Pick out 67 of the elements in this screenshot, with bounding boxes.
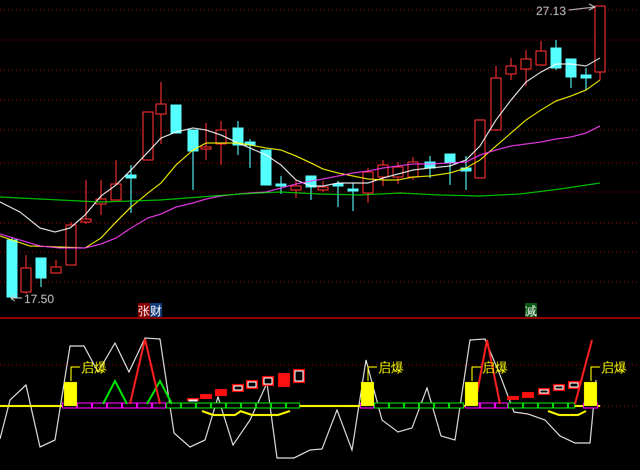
step-block — [568, 381, 580, 389]
signal-bar — [361, 382, 374, 406]
candlestick — [290, 180, 302, 198]
step-block — [507, 396, 519, 400]
leader-line — [590, 366, 600, 382]
candlestick — [110, 160, 122, 200]
leader-arrow — [10, 294, 22, 302]
candlestick — [460, 156, 472, 190]
candlestick — [408, 156, 418, 180]
candlestick — [126, 164, 136, 214]
signal-tag: 张 — [138, 303, 150, 318]
candlestick — [566, 58, 576, 88]
candlestick — [36, 258, 46, 288]
step-block — [278, 373, 290, 387]
candlestick — [536, 40, 546, 66]
trough-line — [548, 410, 586, 416]
leader-line — [70, 366, 80, 382]
candlestick — [96, 180, 106, 216]
candlestick — [332, 180, 344, 208]
signal-tag: 减 — [525, 303, 537, 318]
candlestick — [50, 260, 62, 274]
peak-line — [574, 340, 593, 404]
candlestick — [20, 254, 32, 294]
step-block — [538, 388, 550, 395]
leader-line — [368, 366, 378, 382]
signal-bar — [64, 382, 77, 406]
candlestick — [170, 104, 182, 134]
signal-bar — [465, 382, 478, 406]
step-block — [293, 369, 305, 383]
candlestick — [156, 82, 166, 144]
candlestick — [378, 160, 388, 186]
step-block — [522, 392, 534, 398]
candlestick — [80, 180, 92, 224]
signal-marker-label: 启爆 — [378, 360, 404, 375]
candlestick — [216, 120, 226, 166]
step-block — [215, 389, 227, 396]
candlestick — [392, 162, 404, 184]
candlestick — [188, 130, 198, 190]
leader-arrow — [568, 4, 596, 10]
candlestick — [490, 66, 502, 132]
candlestick — [244, 138, 256, 168]
signal-bar — [584, 382, 597, 406]
high-price-label: 27.13 — [536, 4, 566, 18]
candlestick — [424, 156, 436, 178]
candlestick — [362, 168, 374, 204]
candlestick — [550, 40, 562, 70]
low-price-label: 17.50 — [24, 292, 54, 306]
candlestick — [142, 112, 154, 160]
candlestick — [520, 50, 532, 86]
candlestick — [580, 68, 592, 90]
signal-marker-label: 启爆 — [601, 360, 627, 375]
candlestick — [444, 154, 456, 186]
step-block — [232, 384, 244, 392]
candlestick — [200, 122, 212, 160]
step-block — [262, 376, 274, 386]
candlestick — [66, 222, 76, 266]
signal-tag: 财 — [150, 303, 162, 318]
step-block — [553, 384, 565, 391]
candlestick — [260, 150, 272, 186]
candlestick — [506, 58, 516, 80]
candlestick — [276, 176, 286, 194]
candlestick — [6, 238, 18, 300]
step-block — [246, 380, 258, 389]
candlestick — [348, 182, 358, 212]
candlestick — [232, 120, 244, 156]
candlestick — [474, 120, 486, 178]
leader-line — [472, 366, 482, 382]
